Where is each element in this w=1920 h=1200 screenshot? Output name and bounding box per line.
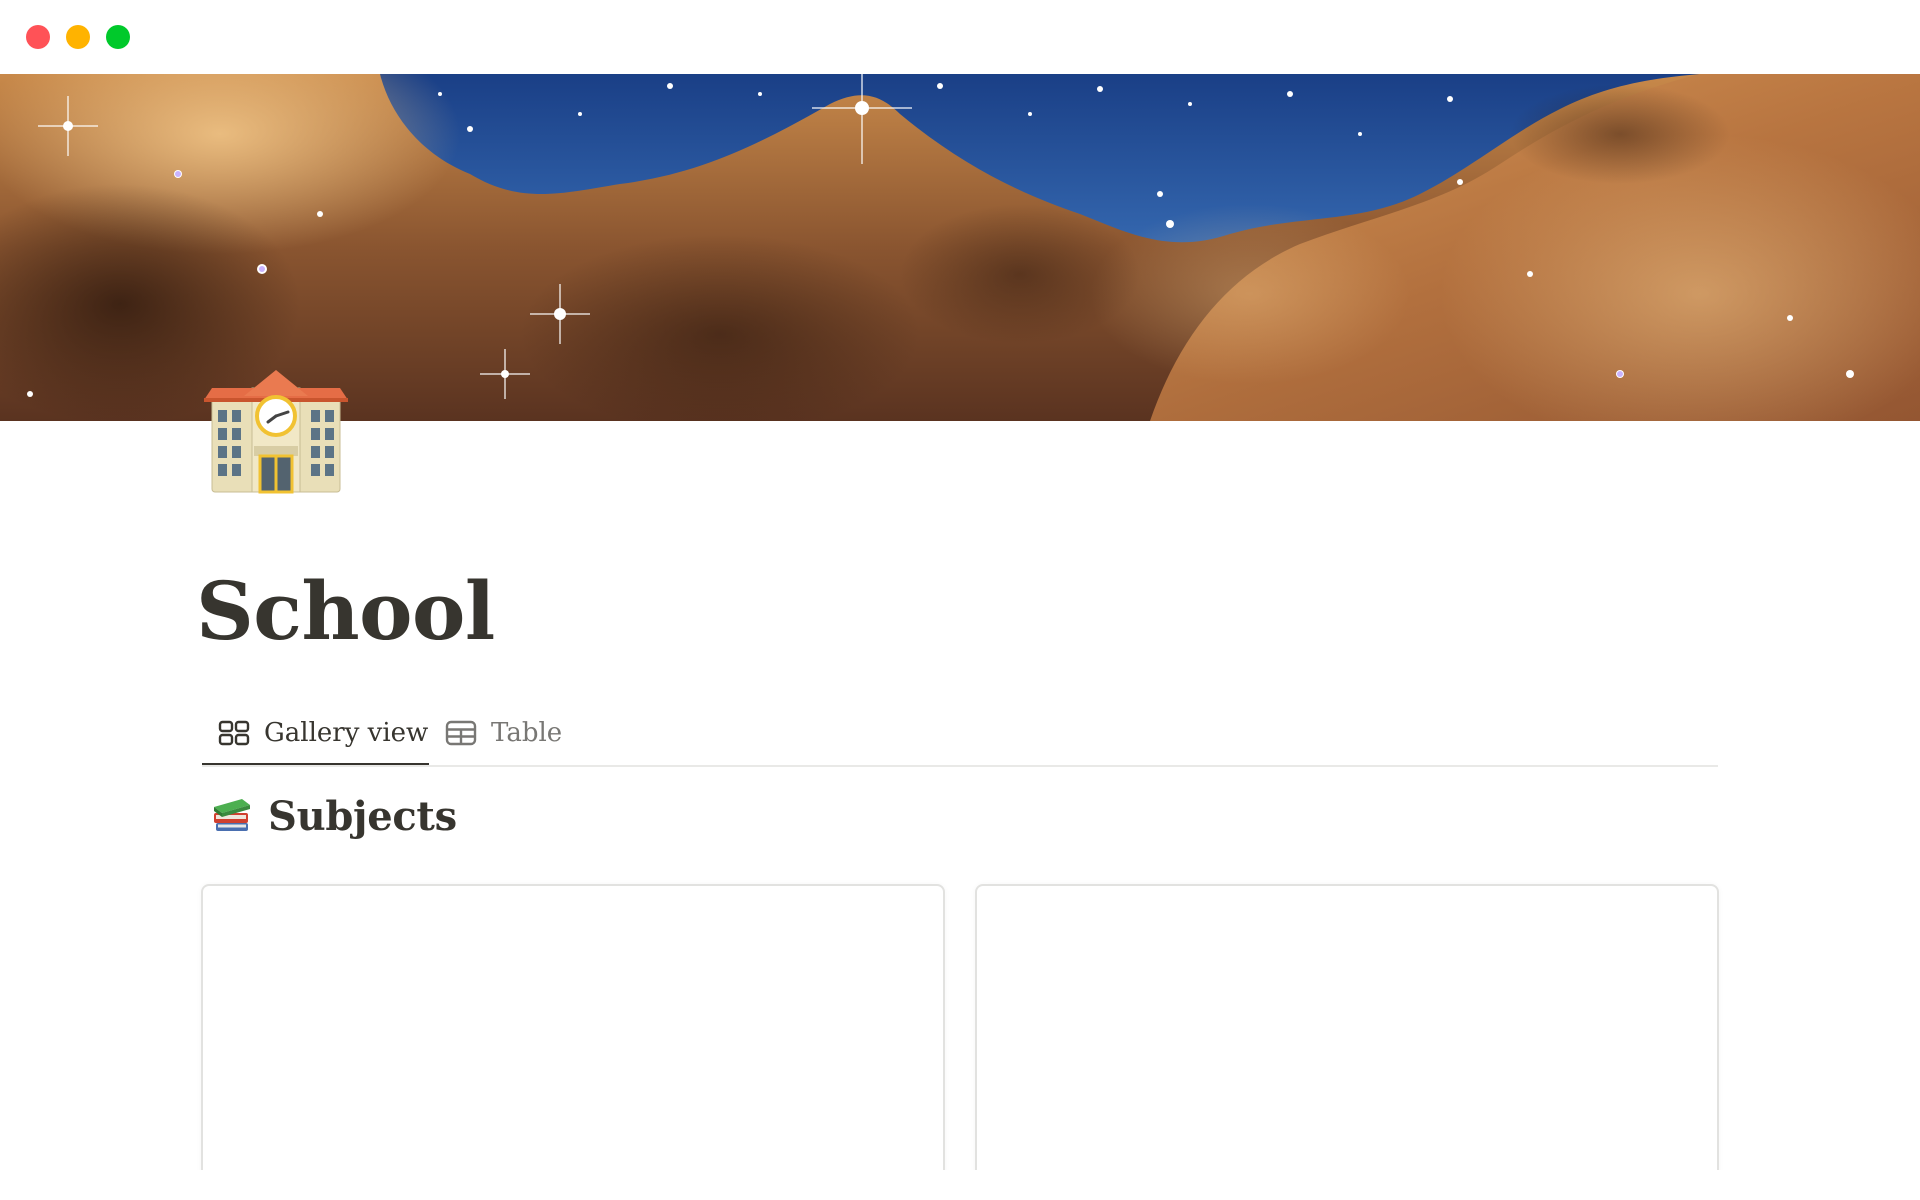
window-maximize-button[interactable] — [106, 25, 130, 49]
gallery-card[interactable] — [975, 884, 1719, 1184]
tab-label: Table — [491, 718, 563, 748]
viewport-bottom — [0, 1170, 1920, 1200]
gallery-view — [201, 884, 1719, 1184]
page-title[interactable]: School — [196, 566, 495, 656]
database-title[interactable]: Subjects — [268, 793, 457, 840]
view-tabs: Gallery view Table — [202, 700, 1718, 768]
gallery-card[interactable] — [201, 884, 945, 1184]
database-heading: Subjects — [212, 786, 457, 846]
tab-label: Gallery view — [264, 718, 429, 748]
window-minimize-button[interactable] — [66, 25, 90, 49]
window-close-button[interactable] — [26, 25, 50, 49]
window-titlebar — [0, 0, 1920, 74]
tab-gallery-view[interactable]: Gallery view — [202, 700, 429, 767]
tabs-divider — [202, 765, 1718, 767]
books-icon — [212, 797, 252, 835]
tab-table[interactable]: Table — [445, 700, 562, 766]
gallery-grid-icon — [218, 720, 250, 746]
school-building-icon[interactable] — [200, 366, 352, 496]
table-icon — [445, 720, 477, 746]
